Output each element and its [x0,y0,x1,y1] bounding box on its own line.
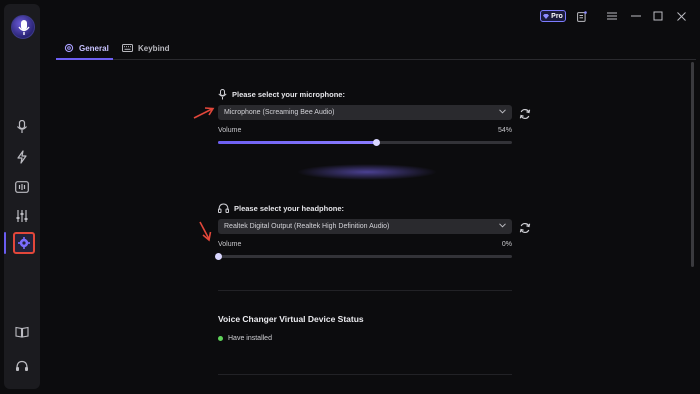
equalizer-icon[interactable] [14,208,30,224]
status-dot [218,336,223,341]
microphone-section-label: Please select your microphone: [218,89,345,100]
sidebar [4,4,40,389]
tab-keybind[interactable]: Keybind [122,36,170,60]
headphone-section-label: Please select your headphone: [218,203,344,213]
microphone-volume-label: Volume [218,127,242,134]
active-tab-underline [56,58,113,60]
virtual-device-status: Have installed [218,335,272,342]
pro-badge[interactable]: Pro [540,10,566,22]
active-indicator [4,232,6,254]
microphone-volume-slider[interactable] [218,139,512,146]
chevron-down-icon [499,223,506,228]
book-icon[interactable] [14,324,30,340]
headphone-volume-value: 0% [501,241,512,248]
menu-icon[interactable] [606,9,618,23]
notes-icon[interactable] [576,9,588,23]
refresh-headphone-icon[interactable] [519,221,531,234]
microphone-label-text: Please select your microphone: [232,90,345,99]
headphone-volume-label: Volume [218,241,242,248]
tab-bar: General Keybind [56,36,696,60]
tab-general-label: General [79,43,109,53]
settings-icon[interactable] [13,232,35,254]
audio-wave-visual [290,164,445,180]
headphone-volume-slider[interactable] [214,253,512,260]
microphone-icon[interactable] [14,119,30,135]
minimize-icon[interactable] [630,9,642,23]
close-icon[interactable] [675,9,687,23]
annotation-arrow-microphone [193,107,215,119]
keyboard-icon [122,44,133,52]
scrollbar[interactable] [691,62,694,267]
lightning-icon[interactable] [14,149,30,165]
microphone-selected-value: Microphone (Screaming Bee Audio) [224,109,335,116]
pro-badge-label: Pro [551,12,563,20]
tab-keybind-label: Keybind [138,43,170,53]
microphone-icon [218,89,227,100]
maximize-icon[interactable] [652,9,664,23]
refresh-microphone-icon[interactable] [519,107,531,120]
microphone-volume-value: 54% [497,127,512,134]
status-text: Have installed [228,335,272,342]
virtual-device-title: Voice Changer Virtual Device Status [218,314,364,324]
microphone-volume-fill [218,141,377,144]
headphone-label-text: Please select your headphone: [234,203,345,213]
soundboard-icon[interactable] [14,179,30,195]
tab-general[interactable]: General [64,36,109,60]
diamond-icon [543,13,550,19]
microphone-select[interactable]: Microphone (Screaming Bee Audio) [218,105,512,120]
app-window: Pro General Keybind Please select your m… [0,0,700,394]
gear-icon [64,43,74,53]
headset-support-icon[interactable] [14,358,30,374]
tab-divider [56,59,696,60]
headphone-volume-knob[interactable] [214,253,222,260]
microphone-volume-knob[interactable] [373,139,381,146]
app-logo [11,15,35,39]
chevron-down-icon [499,109,506,114]
section-divider-bottom [218,374,512,375]
headphone-icon [218,203,229,213]
annotation-arrow-headphone [199,221,212,242]
section-divider [218,290,512,291]
headphone-select[interactable]: Realtek Digital Output (Realtek High Def… [218,219,512,234]
headphone-selected-value: Realtek Digital Output (Realtek High Def… [224,223,390,230]
